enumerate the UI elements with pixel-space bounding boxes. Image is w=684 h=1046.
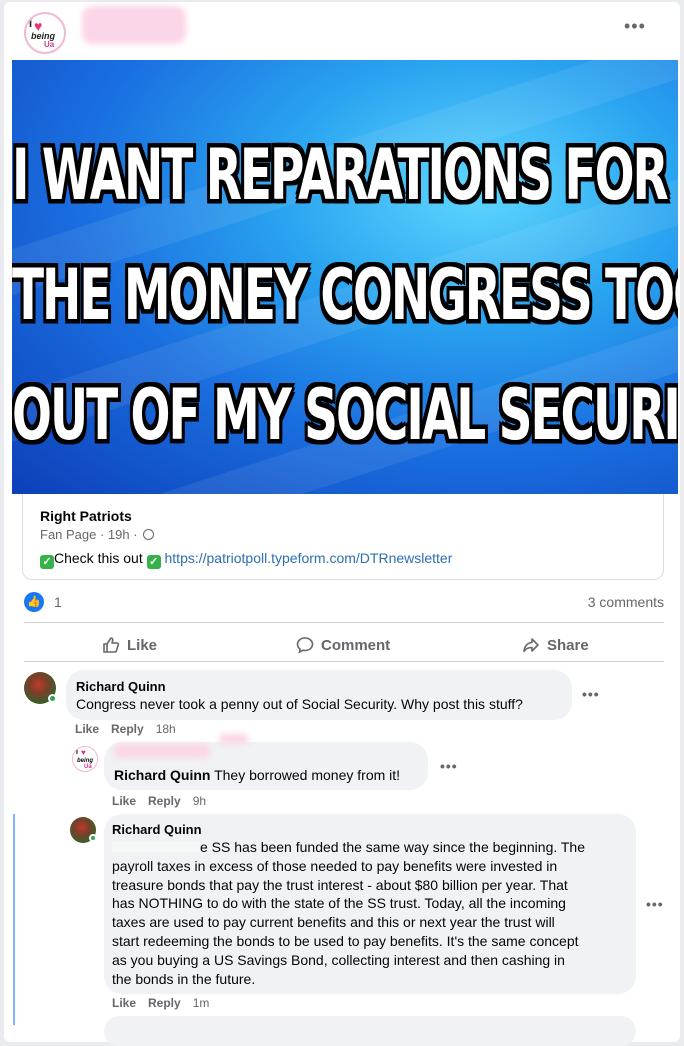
comments-count[interactable]: 3 comments — [588, 594, 664, 610]
comment-bubble-icon — [296, 637, 314, 654]
online-status-icon — [89, 834, 97, 842]
comment-text: Congress never took a penny out of Socia… — [76, 696, 523, 712]
page-meta: Fan Page · 19h · — [40, 527, 155, 542]
comment-author[interactable]: Richard Quinn — [76, 679, 166, 694]
comment-actions: Like Reply 1m — [112, 996, 209, 1010]
post-image[interactable]: I WANT REPARATIONS FOR ALL THE MONEY CON… — [12, 60, 678, 494]
avatar-word-small: Ua — [44, 40, 55, 49]
like-reaction-icon[interactable]: 👍 — [24, 592, 44, 612]
redacted-mention — [112, 842, 200, 852]
shared-post-preview[interactable]: Right Patriots Fan Page · 19h · ✓ Check t… — [22, 494, 664, 580]
image-text-line-3: OUT OF MY SOCIAL SECURITY! — [12, 374, 678, 457]
comment-more-icon[interactable]: ••• — [440, 758, 458, 774]
comment-bubble: Richard Quinn Congress never took a penn… — [66, 670, 572, 720]
comment-more-icon[interactable]: ••• — [646, 896, 664, 912]
comment-line: e SS has been funded the same way since … — [200, 839, 586, 855]
divider — [24, 661, 664, 662]
next-comment-bubble — [104, 1016, 636, 1046]
share-label: Share — [547, 636, 589, 654]
like-count[interactable]: 1 — [54, 594, 62, 610]
heart-icon: ♥ — [81, 748, 86, 757]
redacted-mark — [219, 734, 249, 744]
comment-author[interactable]: Richard Quinn — [112, 822, 202, 837]
comment-line: taxes are used to pay current benefits a… — [112, 914, 555, 931]
comment-reply-link[interactable]: Reply — [148, 996, 181, 1010]
avatar-letter: I — [29, 18, 33, 30]
comment-timestamp[interactable]: 18h — [156, 722, 176, 736]
thread-indicator — [13, 814, 15, 1025]
globe-icon — [143, 529, 155, 540]
redacted-page-name — [82, 6, 186, 44]
page-meta-text: Fan Page · 19h · — [40, 527, 138, 542]
more-options-icon[interactable]: ••• — [624, 16, 646, 37]
comment-button[interactable]: Comment — [296, 632, 390, 658]
image-text-line-1: I WANT REPARATIONS FOR ALL — [12, 134, 678, 217]
share-arrow-icon — [523, 638, 539, 653]
comment-reply-link[interactable]: Reply — [111, 722, 144, 736]
post-text: ✓ Check this out ✓ https://patriotpoll.ty… — [40, 550, 452, 569]
comment-timestamp[interactable]: 1m — [193, 996, 210, 1010]
comment-more-icon[interactable]: ••• — [582, 686, 600, 702]
divider — [24, 622, 664, 623]
check-mark-icon: ✓ — [40, 555, 54, 569]
check-mark-icon: ✓ — [146, 555, 161, 569]
post-header: I ♥ being Ua ••• — [4, 2, 680, 60]
post-text-body: Check this out — [54, 550, 143, 566]
like-label: Like — [127, 636, 158, 654]
comment-line: as you buying a US Savings Bond, collect… — [112, 951, 565, 968]
post-card: I ♥ being Ua ••• I WANT REPARATIONS FOR … — [4, 2, 680, 1046]
avatar-letter: I — [76, 749, 78, 756]
comment-line: the bonds in the future. — [112, 970, 256, 987]
post-link[interactable]: https://patriotpoll.typeform.com/DTRnews… — [165, 550, 453, 566]
comment-line: has NOTHING to do with the state of the … — [112, 895, 566, 912]
comment-like-link[interactable]: Like — [75, 722, 99, 736]
comment-reply-link[interactable]: Reply — [148, 794, 181, 808]
thumbs-up-icon — [103, 637, 120, 653]
page-avatar-small[interactable]: I ♥ being Ua — [72, 746, 98, 772]
comment-like-link[interactable]: Like — [112, 794, 136, 808]
comment-line: start redeeming the bonds to be used to … — [112, 932, 579, 949]
comment-text: e SS has been funded the same way since … — [112, 838, 632, 988]
comment-actions: Like Reply 9h — [112, 794, 206, 808]
comment-actions: Like Reply 18h — [75, 722, 176, 736]
comment-line: payroll taxes in excess of those needed … — [112, 857, 558, 874]
comment-bubble: Richard Quinn e SS has been funded the s… — [104, 814, 636, 994]
mention-tag[interactable]: Richard Quinn — [114, 767, 210, 783]
online-status-icon — [48, 694, 57, 703]
comment-timestamp[interactable]: 9h — [193, 794, 206, 808]
page-name[interactable]: Right Patriots — [40, 508, 132, 524]
avatar-word-small: Ua — [84, 764, 92, 770]
comment-label: Comment — [321, 636, 391, 654]
image-text-line-2: THE MONEY CONGRESS TOOK — [12, 254, 678, 337]
reply-bubble: Richard Quinn They borrowed money from i… — [104, 742, 428, 790]
comment-like-link[interactable]: Like — [112, 996, 136, 1010]
reply-body: They borrowed money from it! — [210, 767, 401, 783]
like-button[interactable]: Like — [102, 632, 157, 658]
reply-text: Richard Quinn They borrowed money from i… — [114, 766, 400, 785]
page-avatar[interactable]: I ♥ being Ua — [24, 12, 66, 54]
redacted-author-name — [114, 744, 210, 758]
share-button[interactable]: Share — [522, 632, 589, 658]
reaction-stats: 👍 1 3 comments — [24, 592, 664, 614]
comment-line: treasure bonds that pay the trust intere… — [112, 876, 568, 893]
